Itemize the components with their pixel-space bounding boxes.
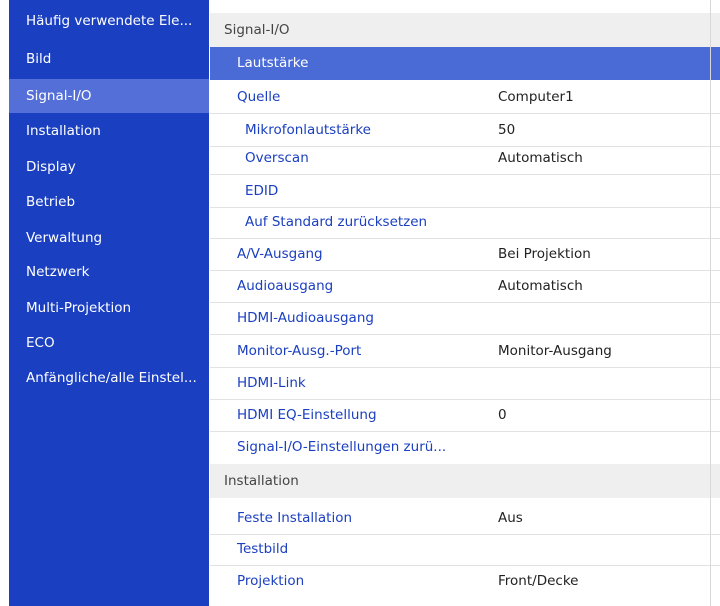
sidebar-item-signal-io[interactable]: Signal-I/O [9,79,209,113]
row-label: Lautstärke [237,55,309,71]
sidebar-item-anfaengliche[interactable]: Anfängliche/alle Einstel... [9,361,209,395]
sidebar-item-haeufig[interactable]: Häufig verwendete Ele... [9,4,209,38]
sidebar-item-bild[interactable]: Bild [9,42,209,76]
row-av-ausgang[interactable]: A/V-Ausgang Bei Projektion [210,238,720,271]
window-edge [710,0,711,606]
row-value: Automatisch [498,150,583,166]
sidebar: Häufig verwendete Ele... Bild Signal-I/O… [9,0,209,606]
sidebar-item-multi-projektion[interactable]: Multi-Projektion [9,291,209,325]
row-monitor-ausg-port[interactable]: Monitor-Ausg.-Port Monitor-Ausgang [210,335,720,368]
row-value: 0 [498,407,507,423]
row-projektion[interactable]: Projektion Front/Decke [210,565,720,598]
row-label: Feste Installation [237,510,353,526]
row-overscan[interactable]: Overscan Automatisch [210,142,720,175]
section-header-installation: Installation [210,464,720,498]
sidebar-item-display[interactable]: Display [9,150,209,184]
row-auf-standard[interactable]: Auf Standard zurücksetzen [210,206,720,239]
row-label: Monitor-Ausg.-Port [237,343,362,359]
row-audioausgang[interactable]: Audioausgang Automatisch [210,270,720,303]
settings-panel: Signal-I/O Lautstärke Quelle Computer1 M… [210,0,720,606]
row-feste-installation[interactable]: Feste Installation Aus [210,502,720,535]
row-label: Auf Standard zurücksetzen [245,214,428,230]
row-value: Aus [498,510,523,526]
row-hdmi-audioausgang[interactable]: HDMI-Audioausgang [210,302,720,335]
section-header-signal-io: Signal-I/O [210,13,720,47]
row-label: A/V-Ausgang [237,246,323,262]
sidebar-item-betrieb[interactable]: Betrieb [9,185,209,219]
row-label: Audioausgang [237,278,334,294]
row-value: Monitor-Ausgang [498,343,612,359]
row-label: Testbild [237,541,289,557]
row-value: Automatisch [498,278,583,294]
row-hdmi-eq-einstellung[interactable]: HDMI EQ-Einstellung 0 [210,399,720,432]
sidebar-item-verwaltung[interactable]: Verwaltung [9,221,209,255]
sidebar-item-installation[interactable]: Installation [9,114,209,148]
sidebar-item-eco[interactable]: ECO [9,326,209,360]
row-hdmi-link[interactable]: HDMI-Link [210,367,720,400]
row-label: Quelle [237,89,281,105]
row-value: Computer1 [498,89,574,105]
row-testbild[interactable]: Testbild [210,533,720,566]
sidebar-item-netzwerk[interactable]: Netzwerk [9,255,209,289]
row-label: HDMI-Audioausgang [237,310,374,326]
row-label: HDMI EQ-Einstellung [237,407,377,423]
row-label: EDID [245,183,279,199]
row-label: Projektion [237,573,305,589]
row-label: HDMI-Link [237,375,306,391]
row-edid[interactable]: EDID [210,175,720,208]
row-label: Signal-I/O-Einstellungen zurü... [237,439,447,455]
row-signal-io-reset[interactable]: Signal-I/O-Einstellungen zurü... [210,431,720,464]
row-lautstaerke[interactable]: Lautstärke [210,47,720,80]
row-quelle[interactable]: Quelle Computer1 [210,81,720,114]
row-label: Overscan [245,150,309,166]
row-value: Front/Decke [498,573,579,589]
row-value: Bei Projektion [498,246,591,262]
